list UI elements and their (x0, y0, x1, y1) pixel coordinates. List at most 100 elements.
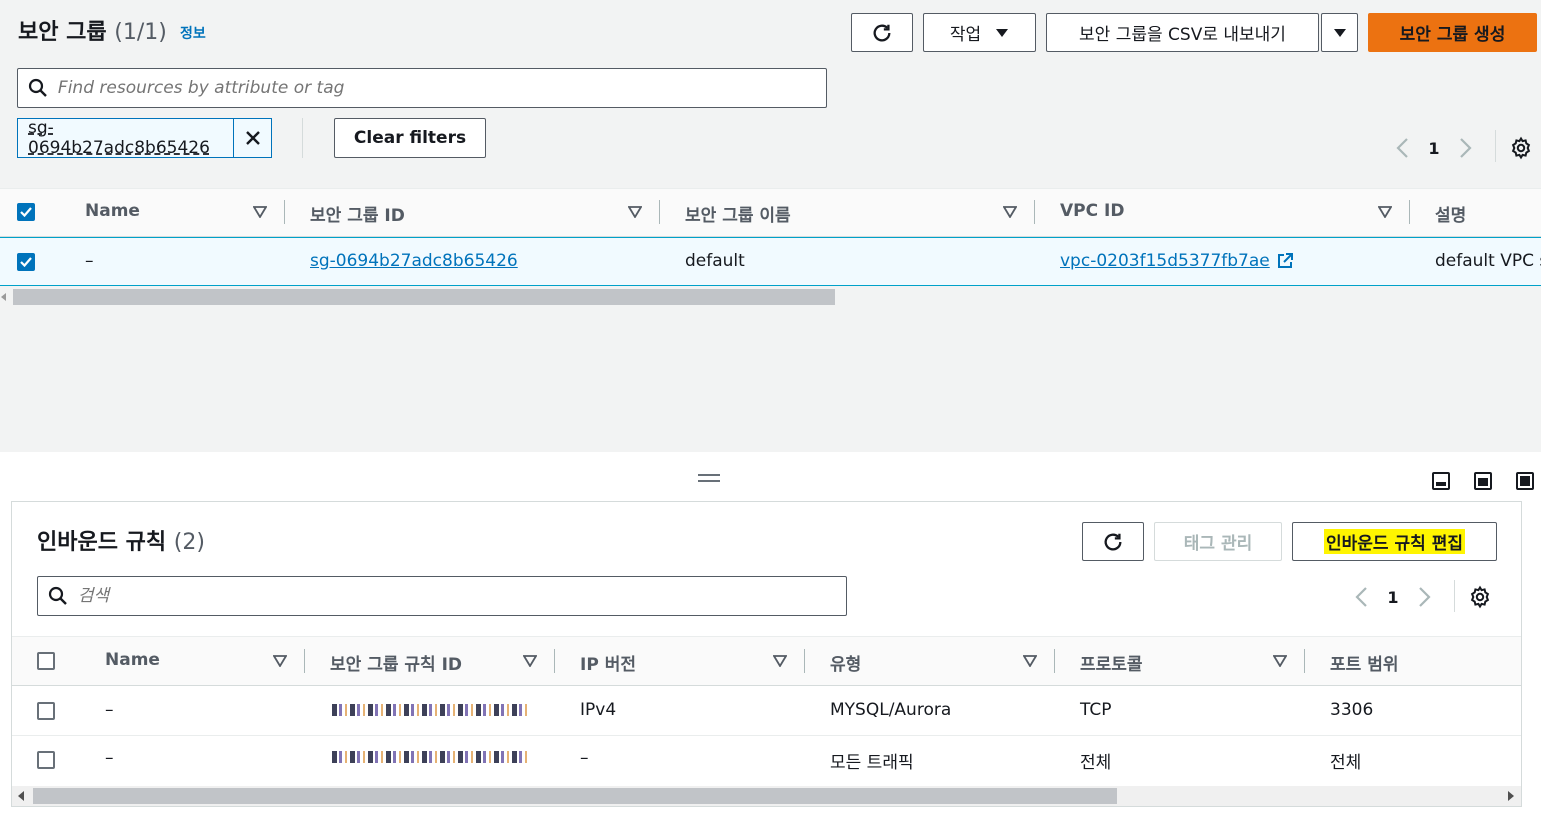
chevron-right-icon[interactable] (1454, 136, 1476, 160)
external-link-icon (1277, 253, 1293, 268)
refresh-icon (1104, 533, 1122, 550)
sort-icon[interactable] (1003, 206, 1017, 218)
column-header-group-name[interactable]: 보안 그룹 이름 (685, 201, 791, 226)
cell-description: default VPC s (1435, 251, 1541, 271)
create-security-group-button[interactable]: 보안 그룹 생성 (1368, 13, 1537, 52)
search-icon (18, 78, 58, 98)
inbound-count: (2) (173, 530, 205, 555)
refresh-rules-button[interactable] (1082, 522, 1144, 561)
rule-type: 모든 트래픽 (830, 753, 914, 773)
settings-icon[interactable] (1509, 136, 1533, 160)
rules-column-protocol[interactable]: 프로토콜 (1080, 650, 1143, 675)
sort-icon[interactable] (253, 206, 267, 218)
scrollbar-thumb[interactable] (13, 289, 835, 305)
export-csv-button[interactable]: 보안 그룹을 CSV로 내보내기 (1046, 13, 1319, 52)
settings-icon[interactable] (1468, 585, 1492, 609)
rule-name: – (105, 700, 114, 720)
info-link[interactable]: 정보 (180, 23, 206, 43)
filter-token-text: sg-0694b27adc8b65426 (28, 118, 210, 158)
row-divider (12, 735, 1521, 736)
rule-row-checkbox[interactable] (37, 702, 55, 720)
manage-tags-label: 태그 관리 (1183, 534, 1253, 554)
rule-ip-version: IPv4 (580, 700, 617, 720)
column-header-name[interactable]: Name (85, 201, 140, 221)
rule-protocol: 전체 (1080, 753, 1112, 773)
search-icon (38, 586, 78, 606)
column-divider (284, 200, 285, 224)
rules-search-bar[interactable] (37, 576, 847, 616)
filter-token: sg-0694b27adc8b65426 (17, 118, 272, 158)
manage-tags-button[interactable]: 태그 관리 (1154, 522, 1282, 561)
search-bar[interactable] (17, 68, 827, 108)
select-all-rules-checkbox[interactable] (37, 652, 55, 670)
rules-pagination: 1 (1351, 583, 1435, 611)
column-header-description[interactable]: 설명 (1435, 201, 1466, 226)
rule-protocol: TCP (1080, 700, 1112, 720)
close-icon (245, 131, 260, 145)
rule-ip-version: – (580, 748, 589, 768)
selection-count: (1/1) (114, 20, 167, 45)
column-divider (1304, 649, 1305, 673)
column-divider (804, 649, 805, 673)
column-divider (659, 200, 660, 224)
column-divider (1409, 200, 1410, 224)
scroll-left-icon[interactable] (1, 293, 7, 301)
clear-filters-button[interactable]: Clear filters (334, 118, 486, 158)
sort-icon[interactable] (273, 655, 287, 667)
rules-column-port-range[interactable]: 포트 범위 (1330, 650, 1398, 675)
rules-search-input[interactable] (77, 586, 846, 606)
rules-column-type[interactable]: 유형 (830, 650, 861, 675)
inbound-title-text: 인바운드 규칙 (37, 530, 167, 555)
row-checkbox[interactable] (17, 253, 35, 271)
chevron-left-icon[interactable] (1392, 136, 1414, 160)
rules-scrollbar-thumb[interactable] (33, 788, 1117, 804)
column-header-vpc-id[interactable]: VPC ID (1060, 201, 1124, 221)
chevron-left-icon[interactable] (1351, 585, 1373, 609)
cell-name: – (85, 251, 94, 271)
scroll-right-icon[interactable] (1507, 791, 1514, 801)
chevron-right-icon[interactable] (1413, 585, 1435, 609)
page-title-text: 보안 그룹 (18, 20, 107, 45)
divider (1454, 580, 1455, 612)
edit-inbound-rules-button[interactable]: 인바운드 규칙 편집 (1292, 522, 1497, 561)
export-dropdown-button[interactable] (1321, 13, 1358, 52)
export-csv-label: 보안 그룹을 CSV로 내보내기 (1079, 25, 1286, 45)
sort-icon[interactable] (773, 655, 787, 667)
select-all-checkbox[interactable] (17, 203, 35, 221)
caret-down-icon (996, 28, 1009, 37)
resize-handle[interactable] (698, 474, 720, 482)
check-icon (20, 257, 32, 267)
rules-column-name[interactable]: Name (105, 650, 160, 670)
layout-full-icon[interactable] (1516, 472, 1534, 490)
sort-icon[interactable] (1378, 206, 1392, 218)
security-group-id-link[interactable]: sg-0694b27adc8b65426 (310, 251, 518, 271)
rules-page-number[interactable]: 1 (1381, 588, 1405, 607)
actions-button[interactable]: 작업 (923, 13, 1036, 52)
remove-filter-button[interactable] (233, 119, 271, 157)
column-header-group-id[interactable]: 보안 그룹 ID (310, 201, 405, 226)
page-number[interactable]: 1 (1422, 139, 1446, 158)
rule-name: – (105, 748, 114, 768)
divider (1495, 130, 1496, 162)
refresh-button[interactable] (851, 13, 913, 52)
table-row[interactable] (0, 237, 1541, 286)
sort-icon[interactable] (628, 206, 642, 218)
edit-inbound-rules-label: 인바운드 규칙 편집 (1324, 529, 1465, 554)
rules-column-rule-id[interactable]: 보안 그룹 규칙 ID (330, 650, 462, 675)
rules-column-ip-version[interactable]: IP 버전 (580, 650, 636, 675)
redacted-rule-id (332, 704, 528, 716)
rule-row-checkbox[interactable] (37, 751, 55, 769)
search-input[interactable] (57, 78, 826, 98)
pagination: 1 (1392, 134, 1476, 162)
page-title: 보안 그룹 (1/1) (18, 14, 167, 46)
clear-filters-label: Clear filters (353, 128, 467, 148)
sort-icon[interactable] (1023, 655, 1037, 667)
vpc-id-link[interactable]: vpc-0203f15d5377fb7ae (1060, 251, 1294, 271)
rule-type: MYSQL/Aurora (830, 700, 952, 720)
layout-half-icon[interactable] (1474, 472, 1492, 490)
sort-icon[interactable] (1273, 655, 1287, 667)
sort-icon[interactable] (523, 655, 537, 667)
layout-bottom-icon[interactable] (1432, 472, 1450, 490)
scroll-left-icon[interactable] (18, 791, 25, 801)
rule-port-range: 3306 (1330, 700, 1374, 720)
